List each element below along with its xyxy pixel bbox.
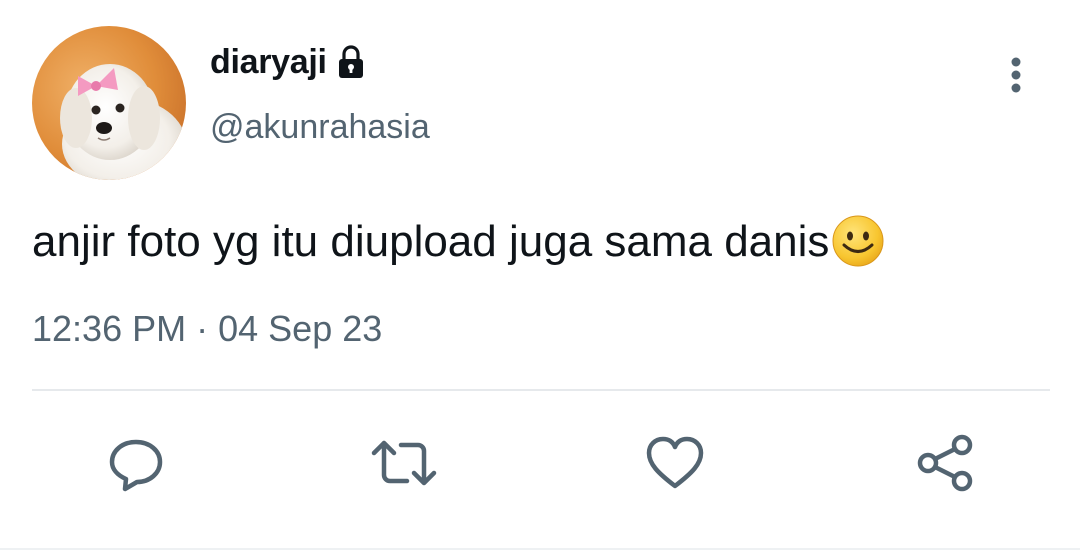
author-name-row: diaryaji bbox=[210, 38, 367, 86]
retweet-button[interactable] bbox=[369, 430, 439, 496]
more-vertical-icon bbox=[1011, 57, 1021, 93]
smiling-face-icon bbox=[831, 214, 885, 268]
tweet-text: anjir foto yg itu diupload juga sama dan… bbox=[32, 210, 1072, 274]
reply-button[interactable] bbox=[101, 430, 171, 496]
reply-icon bbox=[109, 439, 163, 492]
share-button[interactable] bbox=[910, 430, 980, 496]
share-icon bbox=[917, 434, 973, 492]
more-options-button[interactable] bbox=[994, 50, 1038, 100]
divider bbox=[32, 389, 1050, 391]
user-handle[interactable]: @akunrahasia bbox=[210, 108, 430, 147]
avatar[interactable] bbox=[32, 26, 186, 180]
like-button[interactable] bbox=[640, 430, 710, 496]
puppy-avatar-icon bbox=[32, 26, 186, 180]
display-name[interactable]: diaryaji bbox=[210, 43, 327, 82]
like-icon bbox=[646, 436, 704, 489]
tweet-time: 12:36 PM bbox=[32, 308, 187, 349]
tweet-timestamp: 12:36 PM · 04 Sep 23 bbox=[32, 308, 382, 350]
tweet-text-content: anjir foto yg itu diupload juga sama dan… bbox=[32, 217, 830, 266]
bottom-divider bbox=[0, 548, 1080, 550]
retweet-icon bbox=[371, 440, 437, 486]
tweet-date: 04 Sep 23 bbox=[218, 308, 383, 349]
meta-separator: · bbox=[196, 308, 209, 349]
lock-icon bbox=[335, 44, 367, 80]
